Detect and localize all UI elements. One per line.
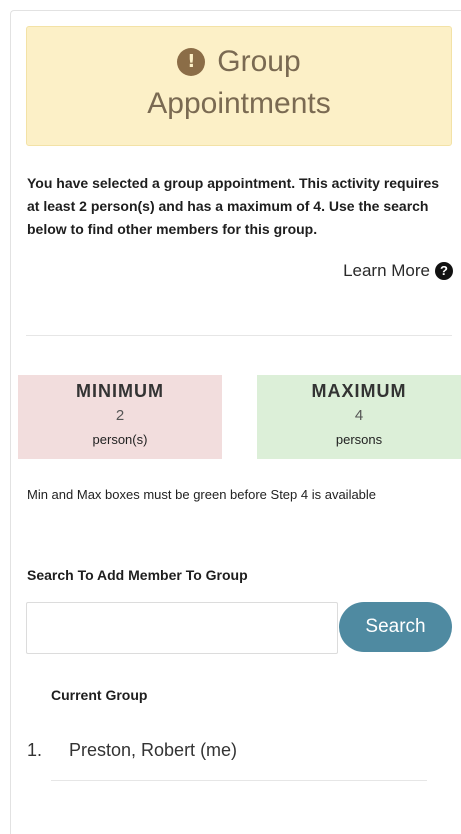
list-item: 1. Preston, Robert (me) xyxy=(27,736,237,764)
intro-text: You have selected a group appointment. T… xyxy=(27,175,440,237)
search-input[interactable] xyxy=(26,602,338,654)
maximum-value: 4 xyxy=(354,407,364,424)
current-group-heading: Current Group xyxy=(51,687,148,703)
minimum-unit: person(s) xyxy=(92,432,148,447)
alert-title-group: Group xyxy=(217,45,301,78)
group-appointments-alert: ! Group Appointments xyxy=(26,26,452,146)
learn-more-label[interactable]: Learn More xyxy=(343,259,430,283)
divider xyxy=(26,335,452,336)
maximum-box: MAXIMUM 4 persons xyxy=(257,375,461,459)
exclamation-circle-icon: ! xyxy=(177,48,206,76)
min-max-note: Min and Max boxes must be green before S… xyxy=(27,487,377,502)
minimum-value: 2 xyxy=(115,407,125,424)
learn-more-link[interactable]: Learn More ? xyxy=(343,259,453,283)
minimum-box: MINIMUM 2 person(s) xyxy=(18,375,222,459)
alert-title-appointments: Appointments xyxy=(147,87,331,120)
search-label: Search To Add Member To Group xyxy=(27,567,248,583)
member-name: Preston, Robert (me) xyxy=(69,740,238,760)
maximum-title: MAXIMUM xyxy=(311,381,407,401)
search-button[interactable]: Search xyxy=(339,602,452,652)
maximum-unit: persons xyxy=(335,432,383,447)
member-number: 1. xyxy=(27,740,43,760)
question-circle-icon[interactable]: ? xyxy=(435,262,453,280)
alert-title-line1: ! Group xyxy=(27,43,451,81)
divider xyxy=(51,780,427,781)
minimum-title: MINIMUM xyxy=(76,381,164,401)
